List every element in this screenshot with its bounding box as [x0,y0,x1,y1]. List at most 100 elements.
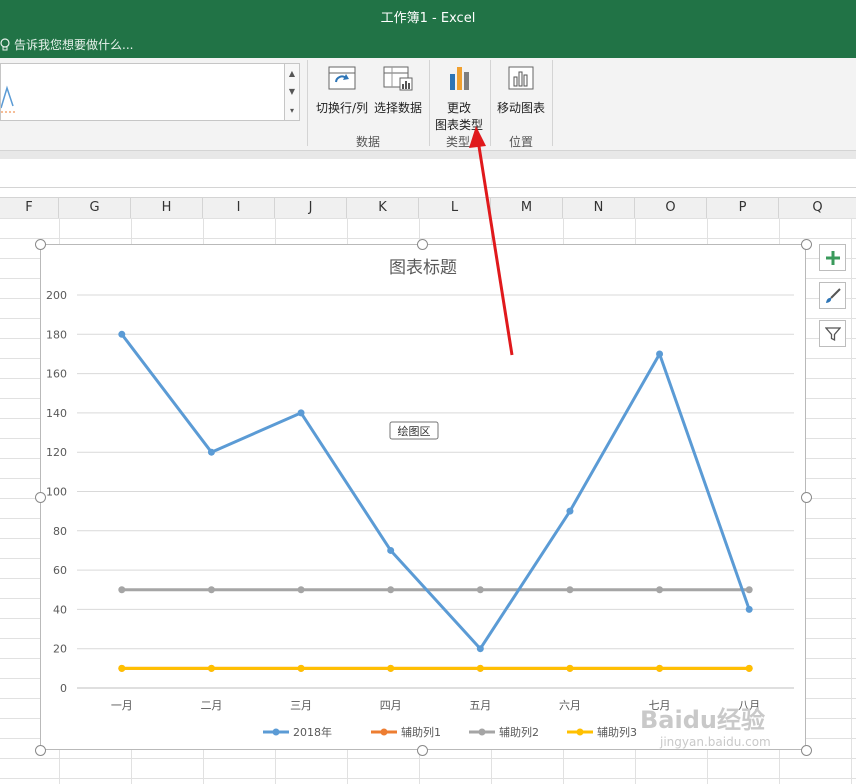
legend-marker [272,728,280,736]
data-point [118,664,126,672]
column-header[interactable]: I [203,198,275,218]
plot-area-tooltip: 绘图区 [398,424,431,438]
data-point [656,664,664,672]
data-point [297,586,305,594]
change-chart-type-button[interactable]: 更改 图表类型 [434,64,484,133]
gallery-up-icon[interactable]: ▲ [285,64,299,83]
resize-handle[interactable] [417,239,428,250]
column-header[interactable]: G [59,198,131,218]
legend-entry: 辅助列3 [597,725,637,739]
data-point [297,664,305,672]
y-tick-label: 160 [46,368,67,381]
column-header[interactable]: N [563,198,635,218]
y-tick-label: 60 [53,564,67,577]
data-point [118,586,126,594]
change-chart-type-icon [450,67,469,90]
resize-handle[interactable] [35,492,46,503]
chart-styles-gallery[interactable]: ▲ ▼ ▾ [0,63,300,121]
column-header[interactable]: F [0,198,59,218]
legend-marker [380,728,388,736]
tell-me-placeholder: 告诉我您想要做什么... [14,38,134,52]
switch-row-column-icon [328,66,356,90]
column-header[interactable]: K [347,198,419,218]
y-tick-label: 140 [46,407,67,420]
data-point [566,507,574,515]
y-tick-label: 40 [53,603,67,616]
y-tick-label: 120 [46,446,67,459]
chart-styles-button[interactable] [819,282,846,309]
gallery-scrollbar[interactable]: ▲ ▼ ▾ [284,64,299,120]
watermark: Baidu经验 jingyan.baidu.com [640,700,771,749]
resize-handle[interactable] [801,745,812,756]
line-chart[interactable]: 图表标题 0 20 40 60 80 100 120 140 160 180 200 一月 二月 三月 四月 五… [41,245,805,749]
data-point [207,664,215,672]
x-tick-label: 二月 [200,699,222,712]
data-point [387,586,395,594]
data-point [656,350,664,358]
group-label-type: 类型 [446,135,471,149]
ribbon-separator [490,60,491,146]
watermark-url: jingyan.baidu.com [660,735,771,749]
move-chart-button[interactable]: 移动图表 [495,64,547,116]
gallery-down-icon[interactable]: ▼ [285,83,299,102]
chart-title: 图表标题 [389,258,457,278]
resize-handle[interactable] [35,239,46,250]
chart-elements-button[interactable] [819,244,846,271]
data-point [476,664,484,672]
y-tick-label: 20 [53,643,67,656]
group-label-data: 数据 [356,135,381,149]
chart-area[interactable]: 图表标题 0 20 40 60 80 100 120 140 160 180 200 一月 二月 三月 四月 五… [40,244,806,750]
column-header[interactable]: J [275,198,347,218]
x-tick-label: 一月 [111,699,133,712]
plus-icon [825,250,840,265]
legend-entry: 辅助列1 [401,725,441,739]
resize-handle[interactable] [417,745,428,756]
data-point [476,586,484,594]
chart-style-thumbnail-icon [1,85,15,113]
column-header[interactable]: O [635,198,707,218]
paintbrush-icon [825,287,841,303]
filter-icon [824,326,841,341]
data-point [207,586,215,594]
switch-row-column-button[interactable]: 切换行/列 [314,64,370,116]
tell-me-search[interactable]: 告诉我您想要做什么... [0,36,133,53]
resize-handle[interactable] [801,239,812,250]
data-point [566,664,574,672]
window-title: 工作簿1 - Excel [380,11,476,26]
lightbulb-icon [0,37,10,50]
column-header[interactable]: L [419,198,491,218]
ribbon-separator [429,60,430,146]
ribbon-separator [552,60,553,146]
resize-handle[interactable] [801,492,812,503]
x-tick-label: 三月 [290,699,312,712]
formula-bar[interactable] [0,159,856,188]
select-data-icon [383,66,413,91]
column-header[interactable]: M [491,198,563,218]
ribbon: ▲ ▼ ▾ 切换行/列 选择数据 数据 更改 图表类型 类型 移动图表 位置 [0,58,856,151]
gallery-more-icon[interactable]: ▾ [285,101,299,120]
change-chart-type-label-1: 更改 [446,101,471,115]
data-point [207,448,215,456]
column-header[interactable]: H [131,198,203,218]
chart-filters-button[interactable] [819,320,846,347]
column-header[interactable]: Q [779,198,856,218]
data-point [476,645,484,653]
data-point [745,605,753,613]
data-point [745,664,753,672]
column-header[interactable]: P [707,198,779,218]
y-tick-label: 180 [46,328,67,341]
title-bar: 工作簿1 - Excel 告诉我您想要做什么... [0,0,856,58]
column-headers: F G H I J K L M N O P Q [0,197,856,219]
change-chart-type-label-2: 图表类型 [434,118,483,132]
move-chart-label: 移动图表 [496,101,545,115]
group-label-location: 位置 [509,135,534,149]
y-tick-label: 80 [53,525,67,538]
x-tick-label: 四月 [380,699,402,712]
y-tick-label: 100 [46,486,67,499]
data-point [297,409,305,417]
switch-row-column-label: 切换行/列 [315,101,369,115]
resize-handle[interactable] [35,745,46,756]
ribbon-separator [307,60,308,146]
y-tick-label: 0 [60,682,67,695]
select-data-button[interactable]: 选择数据 [372,64,424,116]
